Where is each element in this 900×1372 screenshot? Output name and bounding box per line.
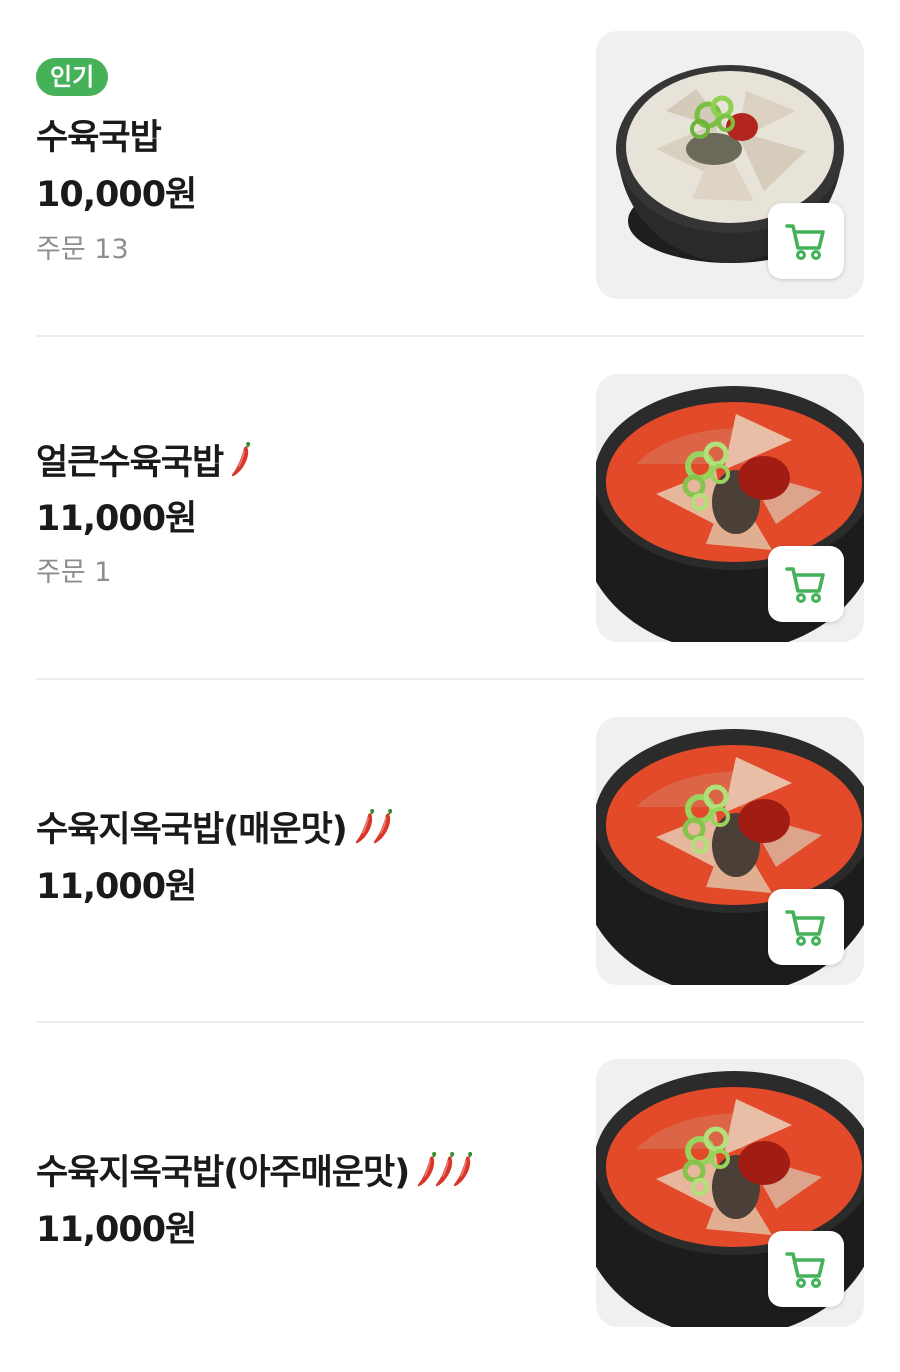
menu-item-image[interactable] <box>596 374 864 642</box>
cart-icon <box>783 561 829 607</box>
order-count: 주문 13 <box>36 234 129 265</box>
menu-item[interactable]: 얼큰수육국밥 11,000원 주문 1 <box>0 343 900 686</box>
menu-item-image[interactable] <box>596 31 864 299</box>
chili-pepper-icon <box>373 806 395 846</box>
menu-item-name: 수육지옥국밥(매운맛) <box>36 809 348 850</box>
menu-item[interactable]: 수육지옥국밥(매운맛) 11,000원 <box>0 686 900 1029</box>
menu-item-price: 11,000원 <box>36 499 197 539</box>
menu-item-price: 11,000원 <box>36 867 197 907</box>
chili-pepper-icon <box>231 439 253 479</box>
cart-icon <box>783 218 829 264</box>
menu-item-info: 얼큰수육국밥 11,000원 주문 1 <box>36 343 576 686</box>
chili-pepper-icon <box>453 1149 475 1189</box>
menu-item-info: 수육지옥국밥(매운맛) 11,000원 <box>36 686 576 1029</box>
menu-item-info: 인기 수육국밥 10,000원 주문 13 <box>36 0 576 343</box>
add-to-cart-button[interactable] <box>768 546 844 622</box>
menu-item[interactable]: 인기 수육국밥 10,000원 주문 13 <box>0 0 900 343</box>
menu-item-image[interactable] <box>596 717 864 985</box>
spice-level-indicator <box>355 806 391 846</box>
add-to-cart-button[interactable] <box>768 889 844 965</box>
menu-item-name-row: 얼큰수육국밥 <box>36 435 249 483</box>
spice-level-indicator <box>231 439 249 479</box>
menu-item-name-row: 수육지옥국밥(아주매운맛) <box>36 1145 471 1193</box>
divider <box>36 335 864 337</box>
menu-item-price: 10,000원 <box>36 175 197 215</box>
divider <box>36 1021 864 1023</box>
add-to-cart-button[interactable] <box>768 1231 844 1307</box>
cart-icon <box>783 904 829 950</box>
divider <box>36 678 864 680</box>
cart-icon <box>783 1246 829 1292</box>
menu-item-name: 수육지옥국밥(아주매운맛) <box>36 1152 410 1193</box>
popular-badge: 인기 <box>36 58 109 96</box>
add-to-cart-button[interactable] <box>768 203 844 279</box>
spice-level-indicator <box>417 1149 471 1189</box>
menu-item-image[interactable] <box>596 1059 864 1327</box>
menu-item-info: 수육지옥국밥(아주매운맛) 11,000원 <box>36 1029 576 1372</box>
menu-list: 인기 수육국밥 10,000원 주문 13 얼큰수육국밥 11,000원 주문 <box>0 0 900 1360</box>
menu-item-name-row: 수육지옥국밥(매운맛) <box>36 802 391 850</box>
menu-item-name: 수육국밥 <box>36 117 162 158</box>
order-count: 주문 1 <box>36 557 112 588</box>
menu-item-name: 얼큰수육국밥 <box>36 442 224 483</box>
menu-item-name-row: 수육국밥 <box>36 110 162 158</box>
menu-item[interactable]: 수육지옥국밥(아주매운맛) 11,000원 <box>0 1029 900 1372</box>
menu-item-price: 11,000원 <box>36 1210 197 1250</box>
